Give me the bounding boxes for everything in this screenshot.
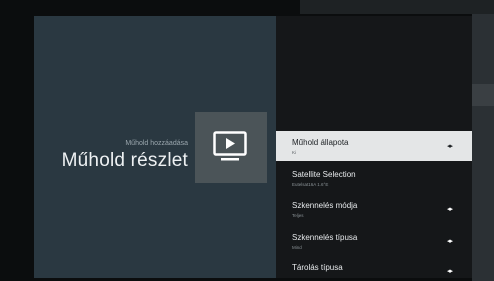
menu-item-label: Tárolás típusa <box>292 263 343 272</box>
icon-tile <box>195 112 267 183</box>
menu-item-value: Mind <box>292 245 302 250</box>
background-strip <box>300 0 494 14</box>
menu-item-value: Ki <box>292 150 297 155</box>
left-right-arrows-icon: ◂▸ <box>446 206 453 213</box>
menu-item-label: Szkennelés módja <box>292 201 358 210</box>
breadcrumb-subtitle: Műhold hozzáadása <box>125 140 188 147</box>
menu-item-satellite-status[interactable]: Műhold állapota Ki ◂▸ <box>276 131 472 161</box>
menu-item-label: Szkennelés típusa <box>292 233 358 242</box>
menu-item-satellite-selection[interactable]: Satellite Selection Eutelsat16A 1.6°E <box>276 163 472 193</box>
menu-item-storage-type[interactable]: Tárolás típusa ◂▸ <box>276 256 472 281</box>
menu-item-label: Satellite Selection <box>292 170 356 179</box>
menu-item-label: Műhold állapota <box>292 138 349 147</box>
menu-item-scan-type[interactable]: Szkennelés típusa Mind ◂▸ <box>276 226 472 256</box>
left-right-arrows-icon: ◂▸ <box>446 268 453 275</box>
menu-item-value: Teljes <box>292 213 304 218</box>
tv-play-icon <box>213 131 247 161</box>
menu-item-value: Eutelsat16A 1.6°E <box>292 182 329 187</box>
background-right-edge <box>472 14 494 281</box>
tv-settings-screen: Műhold hozzáadása Műhold részlet Műhold … <box>0 0 494 281</box>
page-title: Műhold részlet <box>61 150 188 171</box>
background-right-band <box>472 84 494 106</box>
menu-item-scan-mode[interactable]: Szkennelés módja Teljes ◂▸ <box>276 194 472 224</box>
left-right-arrows-icon: ◂▸ <box>446 238 453 245</box>
settings-menu: Műhold állapota Ki ◂▸ Satellite Selectio… <box>276 16 472 278</box>
left-right-arrows-icon: ◂▸ <box>446 143 453 150</box>
